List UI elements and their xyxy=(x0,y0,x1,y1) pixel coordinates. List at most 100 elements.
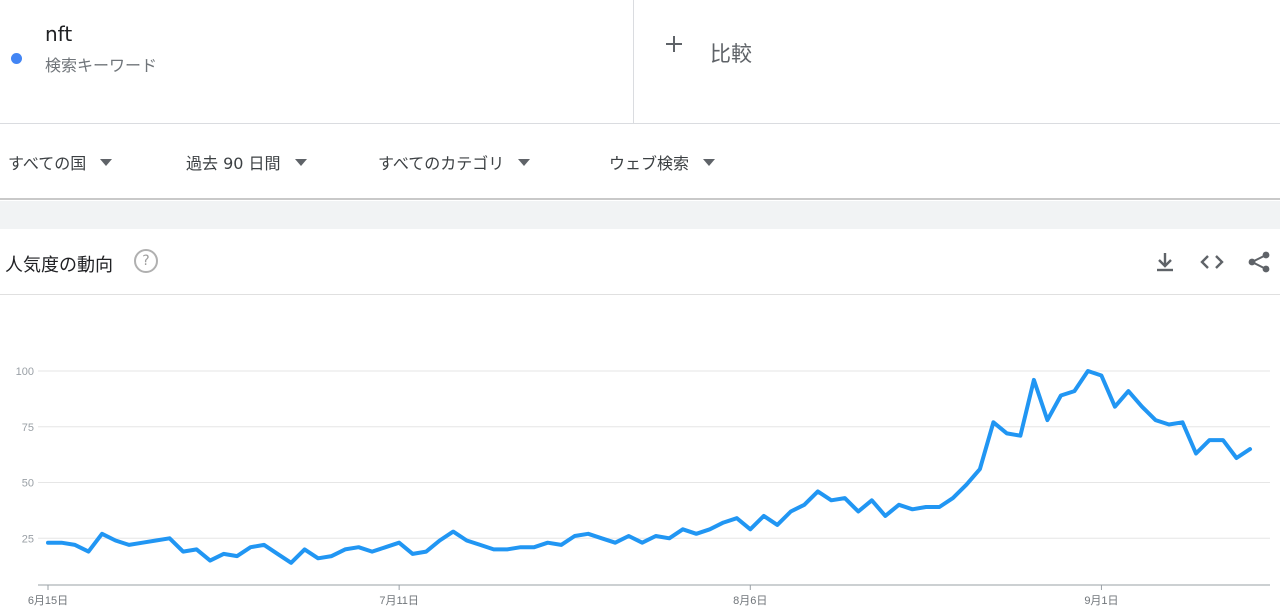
data-point xyxy=(573,534,577,538)
download-icon[interactable] xyxy=(1152,249,1178,275)
data-point xyxy=(1072,389,1076,393)
data-point xyxy=(843,496,847,500)
data-point xyxy=(478,543,482,547)
x-tick-label: 7月11日 xyxy=(379,595,419,607)
data-point xyxy=(1167,423,1171,427)
data-point xyxy=(937,505,941,509)
country-filter[interactable]: すべての国 xyxy=(8,150,113,174)
data-point xyxy=(735,516,739,520)
data-point xyxy=(276,552,280,556)
dropdown-arrow-icon xyxy=(703,158,716,166)
data-point xyxy=(492,547,496,551)
data-point xyxy=(208,559,212,563)
data-point xyxy=(681,527,685,531)
search-type-filter-label: ウェブ検索 xyxy=(609,154,690,173)
data-point xyxy=(897,503,901,507)
panel-title: 人気度の動向 xyxy=(5,255,113,276)
data-point xyxy=(505,547,509,551)
data-point xyxy=(60,541,64,545)
data-point xyxy=(438,538,442,542)
data-point xyxy=(951,496,955,500)
data-point xyxy=(249,545,253,549)
data-point xyxy=(924,505,928,509)
data-point xyxy=(330,554,334,558)
x-tick-label: 8月6日 xyxy=(733,595,767,607)
data-point xyxy=(235,554,239,558)
data-point xyxy=(1045,418,1049,422)
data-point xyxy=(600,536,604,540)
data-point xyxy=(87,550,91,554)
data-point xyxy=(384,545,388,549)
data-point xyxy=(357,545,361,549)
data-point xyxy=(1234,456,1238,460)
data-point xyxy=(181,550,185,554)
dropdown-arrow-icon xyxy=(518,158,531,166)
category-filter[interactable]: すべてのカテゴリ xyxy=(378,150,531,174)
compare-button[interactable]: 比較 xyxy=(634,0,1280,123)
data-point xyxy=(1140,405,1144,409)
data-point xyxy=(816,489,820,493)
data-point xyxy=(141,541,145,545)
data-point xyxy=(802,503,806,507)
data-point xyxy=(546,541,550,545)
data-point xyxy=(316,556,320,560)
search-term-type: 検索キーワード xyxy=(45,56,158,75)
series-color-dot xyxy=(11,53,22,64)
data-point xyxy=(1126,389,1130,393)
data-point xyxy=(721,521,725,525)
data-point xyxy=(154,538,158,542)
data-point xyxy=(127,543,131,547)
data-point xyxy=(168,536,172,540)
data-point xyxy=(708,527,712,531)
plus-icon xyxy=(664,30,684,60)
data-point xyxy=(114,538,118,542)
help-icon[interactable]: ? xyxy=(134,249,158,273)
compare-label: 比較 xyxy=(710,42,752,66)
series-line-nft xyxy=(46,369,1252,565)
data-point xyxy=(964,483,968,487)
data-point xyxy=(654,534,658,538)
data-point xyxy=(262,543,266,547)
data-point xyxy=(289,561,293,565)
country-filter-label: すべての国 xyxy=(8,154,87,173)
search-term-card[interactable]: nft 検索キーワード xyxy=(0,0,634,123)
data-point xyxy=(789,509,793,513)
data-point xyxy=(532,545,536,549)
share-icon[interactable] xyxy=(1246,249,1272,275)
data-point xyxy=(613,541,617,545)
data-point xyxy=(991,420,995,424)
y-tick-label: 25 xyxy=(22,533,34,545)
dropdown-arrow-icon xyxy=(100,158,113,166)
data-point xyxy=(1194,452,1198,456)
data-point xyxy=(829,498,833,502)
data-point xyxy=(1248,447,1252,451)
x-tick-label: 6月15日 xyxy=(28,595,68,607)
data-point xyxy=(762,514,766,518)
data-point xyxy=(748,527,752,531)
data-point xyxy=(397,541,401,545)
dropdown-arrow-icon xyxy=(294,158,307,166)
time-range-filter[interactable]: 過去 90 日間 xyxy=(186,150,307,174)
data-point xyxy=(856,509,860,513)
data-point xyxy=(303,547,307,551)
data-point xyxy=(343,547,347,551)
data-point xyxy=(910,507,914,511)
y-tick-label: 100 xyxy=(16,366,34,378)
embed-icon[interactable] xyxy=(1199,249,1225,275)
search-type-filter[interactable]: ウェブ検索 xyxy=(609,150,716,174)
y-tick-label: 75 xyxy=(22,422,34,434)
data-point xyxy=(1005,431,1009,435)
data-point xyxy=(1207,438,1211,442)
interest-line-chart: 25 50 75 100 6月15日 7月11日 8月6日 9月1日 xyxy=(16,366,1270,607)
data-point xyxy=(195,547,199,551)
interest-over-time-header: 人気度の動向 ? xyxy=(0,229,1280,295)
data-point xyxy=(667,536,671,540)
data-point xyxy=(519,545,523,549)
data-point xyxy=(775,523,779,527)
category-filter-label: すべてのカテゴリ xyxy=(378,154,505,173)
data-point xyxy=(1018,434,1022,438)
y-tick-label: 50 xyxy=(22,478,34,490)
data-point xyxy=(978,467,982,471)
data-point xyxy=(1099,373,1103,377)
search-terms-bar: nft 検索キーワード 比較 xyxy=(0,0,1280,124)
